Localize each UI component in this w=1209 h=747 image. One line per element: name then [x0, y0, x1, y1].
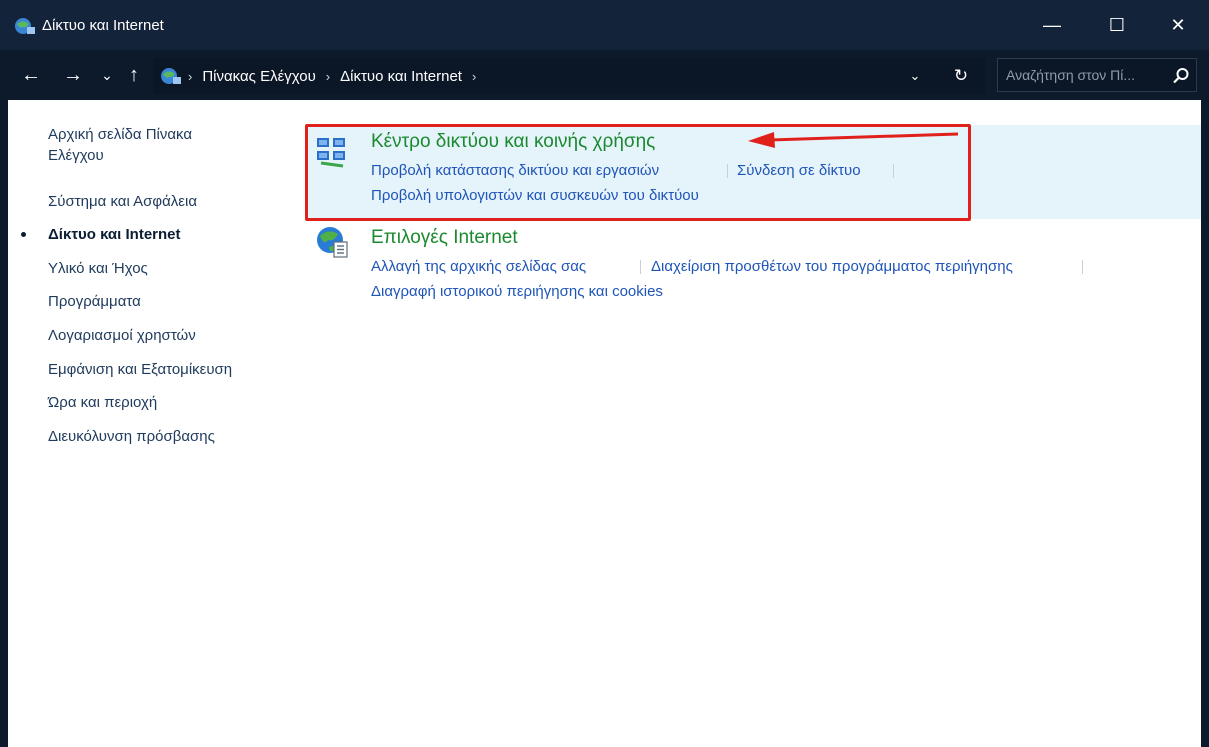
maximize-button[interactable]: ☐ [1086, 0, 1148, 50]
sidebar-item-user-accounts[interactable]: Λογαριασμοί χρηστών [48, 325, 196, 346]
link-separator [893, 164, 894, 178]
sidebar: Αρχική σελίδα Πίνακα Ελέγχου Σύστημα και… [8, 100, 288, 747]
link-delete-browsing-history[interactable]: Διαγραφή ιστορικού περιήγησης και cookie… [371, 283, 663, 300]
link-change-home-page[interactable]: Αλλαγή της αρχικής σελίδας σας [371, 258, 586, 275]
category-title-internet-options[interactable]: Επιλογές Internet [371, 227, 518, 249]
network-center-icon [317, 138, 345, 168]
forward-arrow-icon[interactable]: → [58, 62, 88, 88]
network-globe-icon [15, 18, 35, 34]
active-bullet [21, 232, 26, 237]
breadcrumb-chevron-icon[interactable]: › [188, 69, 192, 84]
breadcrumb-control-panel[interactable]: Πίνακας Ελέγχου [202, 68, 315, 85]
refresh-icon[interactable]: ↻ [944, 59, 978, 93]
sidebar-item-network-internet[interactable]: Δίκτυο και Internet [48, 224, 181, 245]
link-view-network-computers[interactable]: Προβολή υπολογιστών και συσκευών του δικ… [371, 187, 699, 204]
link-view-network-status[interactable]: Προβολή κατάστασης δικτύου και εργασιών [371, 162, 659, 179]
content-area: Αρχική σελίδα Πίνακα Ελέγχου Σύστημα και… [8, 100, 1201, 747]
sidebar-item-label: Ελέγχου [48, 147, 104, 164]
minimize-button[interactable]: — [1021, 0, 1083, 50]
address-dropdown-icon[interactable]: ⌄ [902, 59, 928, 93]
breadcrumb-network-internet[interactable]: Δίκτυο και Internet [340, 68, 462, 85]
up-arrow-icon[interactable]: ↑ [122, 62, 146, 88]
breadcrumb: › Πίνακας Ελέγχου › Δίκτυο και Internet … [188, 59, 486, 93]
network-globe-icon [161, 68, 181, 84]
search-box[interactable] [997, 58, 1197, 92]
link-separator [1082, 260, 1083, 274]
search-input[interactable] [1006, 59, 1166, 91]
sidebar-item-system-security[interactable]: Σύστημα και Ασφάλεια [48, 191, 197, 212]
category-title-network-sharing-center[interactable]: Κέντρο δικτύου και κοινής χρήσης [371, 131, 655, 153]
link-separator [727, 164, 728, 178]
breadcrumb-chevron-icon[interactable]: › [472, 69, 476, 84]
sidebar-item-appearance[interactable]: Εμφάνιση και Εξατομίκευση [48, 359, 232, 380]
link-connect-to-network[interactable]: Σύνδεση σε δίκτυο [737, 162, 861, 179]
sidebar-item-clock-region[interactable]: Ώρα και περιοχή [48, 392, 157, 413]
category-internet-options: Επιλογές Internet Αλλαγή της αρχικής σελ… [305, 225, 1201, 305]
link-separator [640, 260, 641, 274]
search-icon[interactable] [1172, 67, 1190, 85]
title-bar: Δίκτυο και Internet — ☐ ✕ [0, 0, 1209, 50]
sidebar-item-label: Αρχική σελίδα Πίνακα [48, 126, 193, 143]
category-network-sharing-center: Κέντρο δικτύου και κοινής χρήσης Προβολή… [305, 125, 1201, 219]
breadcrumb-chevron-icon[interactable]: › [326, 69, 330, 84]
back-arrow-icon[interactable]: ← [16, 62, 46, 88]
close-button[interactable]: ✕ [1147, 0, 1209, 50]
sidebar-item-hardware-sound[interactable]: Υλικό και Ήχος [48, 258, 148, 279]
address-bar[interactable]: › Πίνακας Ελέγχου › Δίκτυο και Internet … [153, 58, 985, 94]
sidebar-item-programs[interactable]: Προγράμματα [48, 291, 141, 312]
navigation-bar: ← → ⌄ ↑ › Πίνακας Ελέγχου › Δίκτυο και I… [0, 50, 1209, 100]
internet-options-icon [317, 227, 348, 258]
recent-locations-chevron-icon[interactable]: ⌄ [96, 62, 118, 88]
sidebar-item-ease-of-access[interactable]: Διευκόλυνση πρόσβασης [48, 426, 215, 447]
window-title: Δίκτυο και Internet [42, 17, 164, 34]
sidebar-item-control-panel-home[interactable]: Αρχική σελίδα Πίνακα Ελέγχου [48, 124, 192, 166]
link-manage-addons[interactable]: Διαχείριση προσθέτων του προγράμματος πε… [651, 258, 1013, 275]
control-panel-window: Δίκτυο και Internet — ☐ ✕ ← → ⌄ ↑ › Πίνα… [0, 0, 1209, 747]
